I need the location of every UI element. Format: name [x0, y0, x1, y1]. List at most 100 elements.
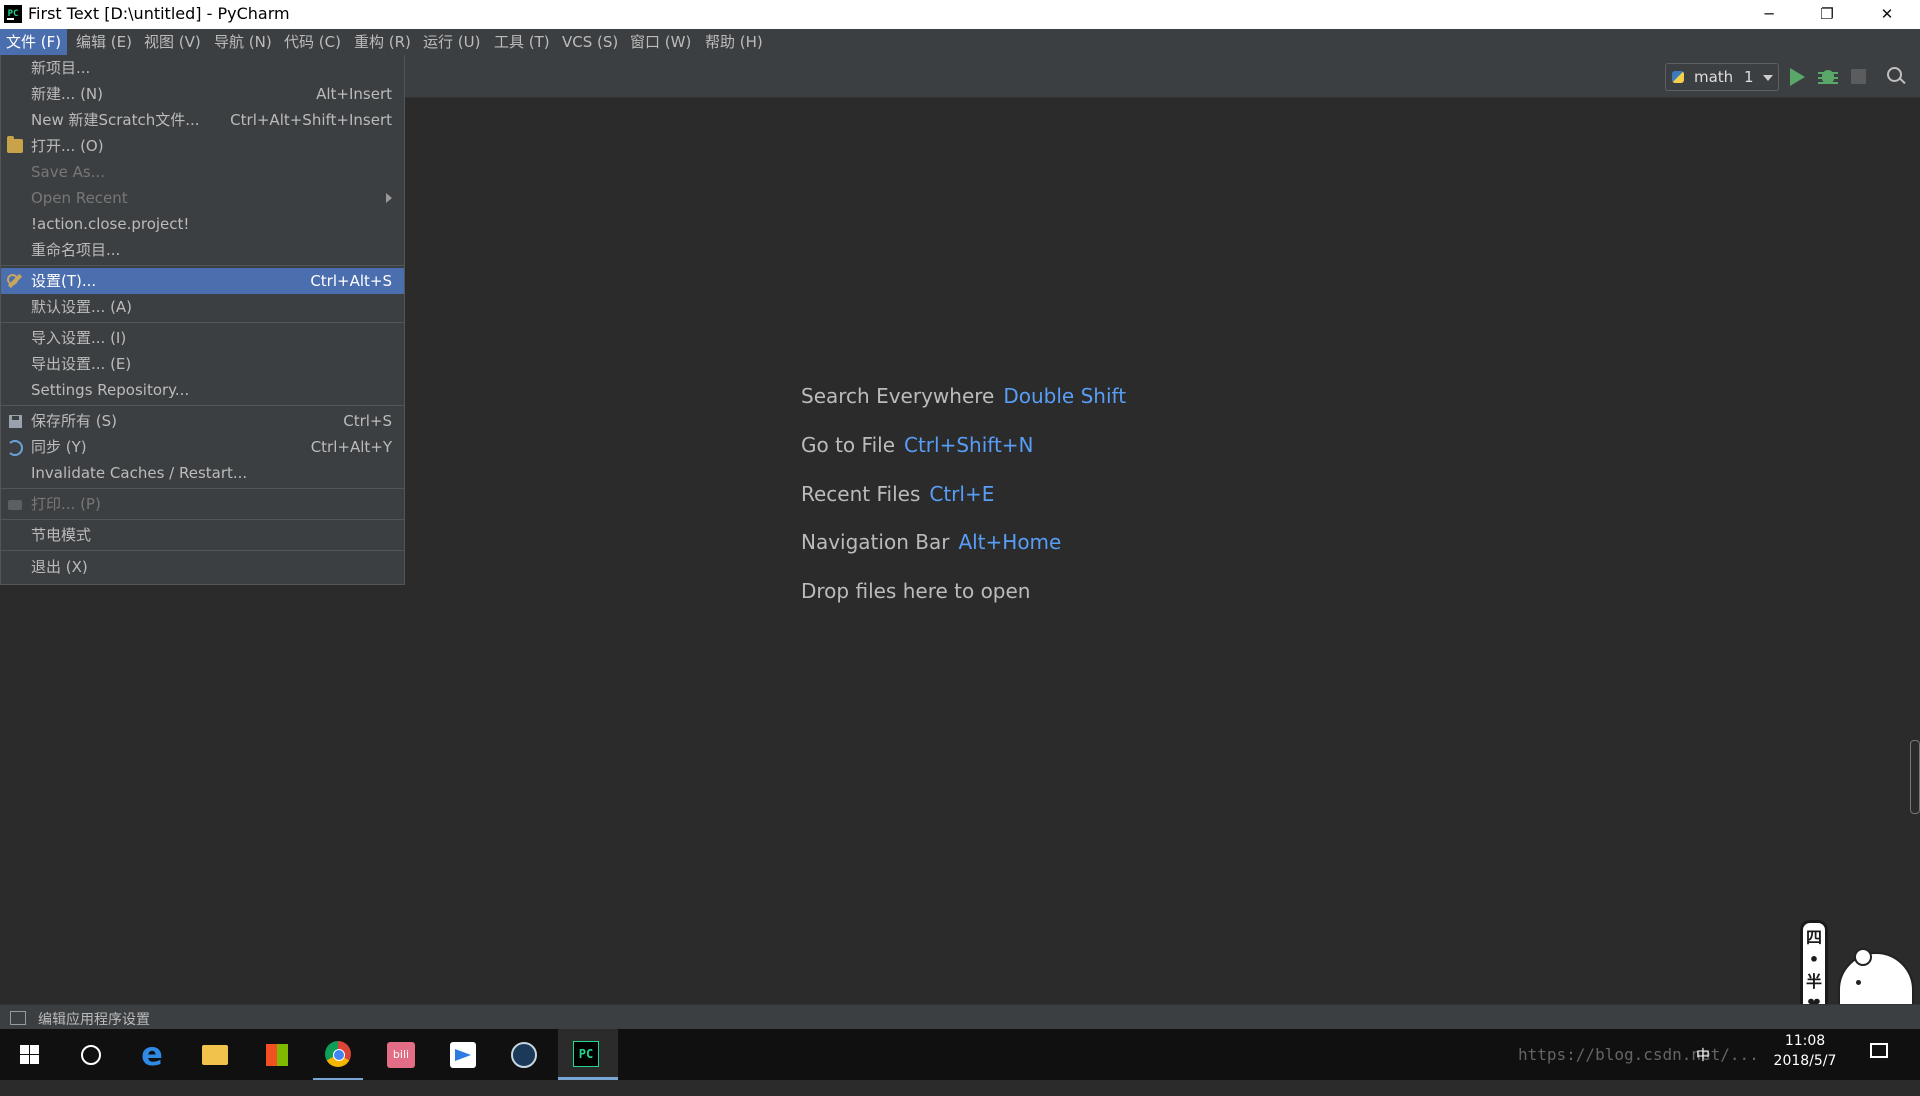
- menu-separator: [1, 322, 404, 323]
- hint-recent-files: Recent Files Ctrl+E: [801, 482, 994, 506]
- menu-item-shortcut: Ctrl+Alt+Y: [310, 438, 392, 456]
- hint-key: Alt+Home: [958, 530, 1062, 554]
- menu-item-close-project[interactable]: !action.close.project!: [1, 211, 404, 237]
- hint-text: Drop files here to open: [801, 579, 1031, 603]
- menu-code[interactable]: 代码 (C): [278, 29, 347, 55]
- hint-key: Ctrl+E: [929, 482, 995, 506]
- menu-separator: [1, 550, 404, 551]
- menu-item-label: 新项目...: [31, 59, 91, 77]
- run-configuration-selector[interactable]: math 1: [1665, 63, 1779, 91]
- notification-center-icon[interactable]: [1870, 1043, 1888, 1058]
- tool-window-handle[interactable]: [1910, 740, 1920, 814]
- file-explorer-icon[interactable]: [186, 1029, 242, 1080]
- system-clock[interactable]: 11:08 2018/5/7: [1768, 1031, 1842, 1071]
- menu-tools[interactable]: 工具 (T): [488, 29, 556, 55]
- hint-text: Search Everywhere: [801, 384, 995, 408]
- menu-item-label: 打印... (P): [31, 495, 101, 513]
- menu-item-rename-project[interactable]: 重命名项目...: [1, 237, 404, 263]
- menu-separator: [1, 488, 404, 489]
- pycharm-taskbar-icon[interactable]: PC: [558, 1029, 618, 1080]
- menu-item-label: 保存所有 (S): [31, 412, 117, 430]
- menu-item-label: 节电模式: [31, 526, 92, 544]
- menu-item-export-settings[interactable]: 导出设置... (E): [1, 351, 404, 377]
- python-icon: [1672, 71, 1684, 83]
- menu-window[interactable]: 窗口 (W): [624, 29, 697, 55]
- menu-item-new[interactable]: 新建... (N) Alt+Insert: [1, 81, 404, 107]
- menu-item-shortcut: Ctrl+Alt+Shift+Insert: [230, 111, 392, 129]
- watermark-url: https://blog.csdn.net/...: [1518, 1045, 1759, 1064]
- minimize-button[interactable]: ─: [1740, 0, 1798, 29]
- edge-browser-icon[interactable]: e: [124, 1029, 180, 1080]
- close-button[interactable]: ✕: [1858, 0, 1916, 29]
- menu-item-save-as: Save As...: [1, 159, 404, 185]
- hint-text: Go to File: [801, 433, 895, 457]
- menu-item-default-settings[interactable]: 默认设置... (A): [1, 294, 404, 320]
- menu-item-shortcut: Ctrl+Alt+S: [310, 272, 392, 290]
- status-bar: 编辑应用程序设置: [0, 1004, 1920, 1030]
- file-menu-dropdown: 新项目... 新建... (N) Alt+Insert New 新建Scratc…: [0, 55, 405, 585]
- stop-icon[interactable]: [1851, 69, 1866, 84]
- hint-text: Navigation Bar: [801, 530, 950, 554]
- menu-item-power-save-mode[interactable]: 节电模式: [1, 522, 404, 548]
- menu-run[interactable]: 运行 (U): [417, 29, 486, 55]
- menu-vcs[interactable]: VCS (S): [556, 29, 624, 55]
- cortana-search-icon[interactable]: [62, 1029, 118, 1080]
- menu-item-label: 新建... (N): [31, 85, 103, 103]
- menu-item-save-all[interactable]: 保存所有 (S) Ctrl+S: [1, 408, 404, 434]
- menu-item-synchronize[interactable]: 同步 (Y) Ctrl+Alt+Y: [1, 434, 404, 460]
- save-icon: [9, 415, 22, 428]
- debug-bug-icon[interactable]: [1818, 67, 1838, 87]
- run-config-number: 1: [1744, 68, 1754, 86]
- hint-navigation-bar: Navigation Bar Alt+Home: [801, 530, 1061, 554]
- restore-button[interactable]: ❐: [1798, 0, 1856, 29]
- bilibili-icon[interactable]: bili: [372, 1029, 428, 1080]
- menu-item-open[interactable]: 打开... (O): [1, 133, 404, 159]
- menu-item-invalidate-caches[interactable]: Invalidate Caches / Restart...: [1, 460, 404, 486]
- menu-view[interactable]: 视图 (V): [138, 29, 207, 55]
- menu-item-new-scratch[interactable]: New 新建Scratch文件... Ctrl+Alt+Shift+Insert: [1, 107, 404, 133]
- sync-icon: [7, 440, 23, 456]
- menu-item-label: 导入设置... (I): [31, 329, 127, 347]
- menu-navigate[interactable]: 导航 (N): [208, 29, 278, 55]
- hint-key: Double Shift: [1003, 384, 1127, 408]
- menu-help[interactable]: 帮助 (H): [699, 29, 769, 55]
- tool-windows-icon[interactable]: [10, 1011, 26, 1025]
- store-icon[interactable]: [248, 1029, 304, 1080]
- menu-item-shortcut: Alt+Insert: [316, 85, 392, 103]
- menu-item-label: 退出 (X): [31, 558, 88, 576]
- menu-item-exit[interactable]: 退出 (X): [1, 554, 404, 580]
- chrome-icon[interactable]: [310, 1029, 366, 1080]
- clock-time: 11:08: [1784, 1033, 1826, 1049]
- menu-item-new-project[interactable]: 新项目...: [1, 55, 404, 81]
- menu-edit[interactable]: 编辑 (E): [70, 29, 138, 55]
- menu-item-settings-repository[interactable]: Settings Repository...: [1, 377, 404, 403]
- menu-item-label: Invalidate Caches / Restart...: [31, 464, 248, 482]
- menu-item-settings[interactable]: 设置(T)... Ctrl+Alt+S: [1, 268, 404, 294]
- menu-file[interactable]: 文件 (F): [0, 29, 68, 55]
- menu-refactor[interactable]: 重构 (R): [348, 29, 417, 55]
- menu-item-import-settings[interactable]: 导入设置... (I): [1, 325, 404, 351]
- menu-separator: [1, 265, 404, 266]
- window-title: First Text [D:\untitled] - PyCharm: [28, 4, 290, 23]
- menu-item-label: 同步 (Y): [31, 438, 87, 456]
- menu-bar: 文件 (F) 编辑 (E) 视图 (V) 导航 (N) 代码 (C) 重构 (R…: [0, 29, 1920, 55]
- menu-item-label: Open Recent: [31, 189, 128, 207]
- hint-key: Ctrl+Shift+N: [904, 433, 1034, 457]
- mail-bird-icon[interactable]: [434, 1029, 490, 1080]
- menu-item-label: 默认设置... (A): [31, 298, 133, 316]
- run-play-icon[interactable]: [1790, 68, 1805, 86]
- search-icon[interactable]: [1887, 67, 1907, 87]
- menu-separator: [1, 405, 404, 406]
- title-bar: PC First Text [D:\untitled] - PyCharm ─ …: [0, 0, 1920, 29]
- menu-item-label: Settings Repository...: [31, 381, 190, 399]
- ime-indicator[interactable]: 中: [1696, 1045, 1710, 1096]
- menu-item-open-recent[interactable]: Open Recent: [1, 185, 404, 211]
- steam-icon[interactable]: [496, 1029, 552, 1080]
- folder-icon: [7, 136, 23, 153]
- menu-item-label: 重命名项目...: [31, 241, 121, 259]
- hint-go-to-file: Go to File Ctrl+Shift+N: [801, 433, 1034, 457]
- windows-start-icon[interactable]: [0, 1029, 56, 1080]
- menu-item-label: 导出设置... (E): [31, 355, 132, 373]
- menu-item-print: 打印... (P): [1, 491, 404, 517]
- menu-item-label: 打开... (O): [31, 137, 104, 155]
